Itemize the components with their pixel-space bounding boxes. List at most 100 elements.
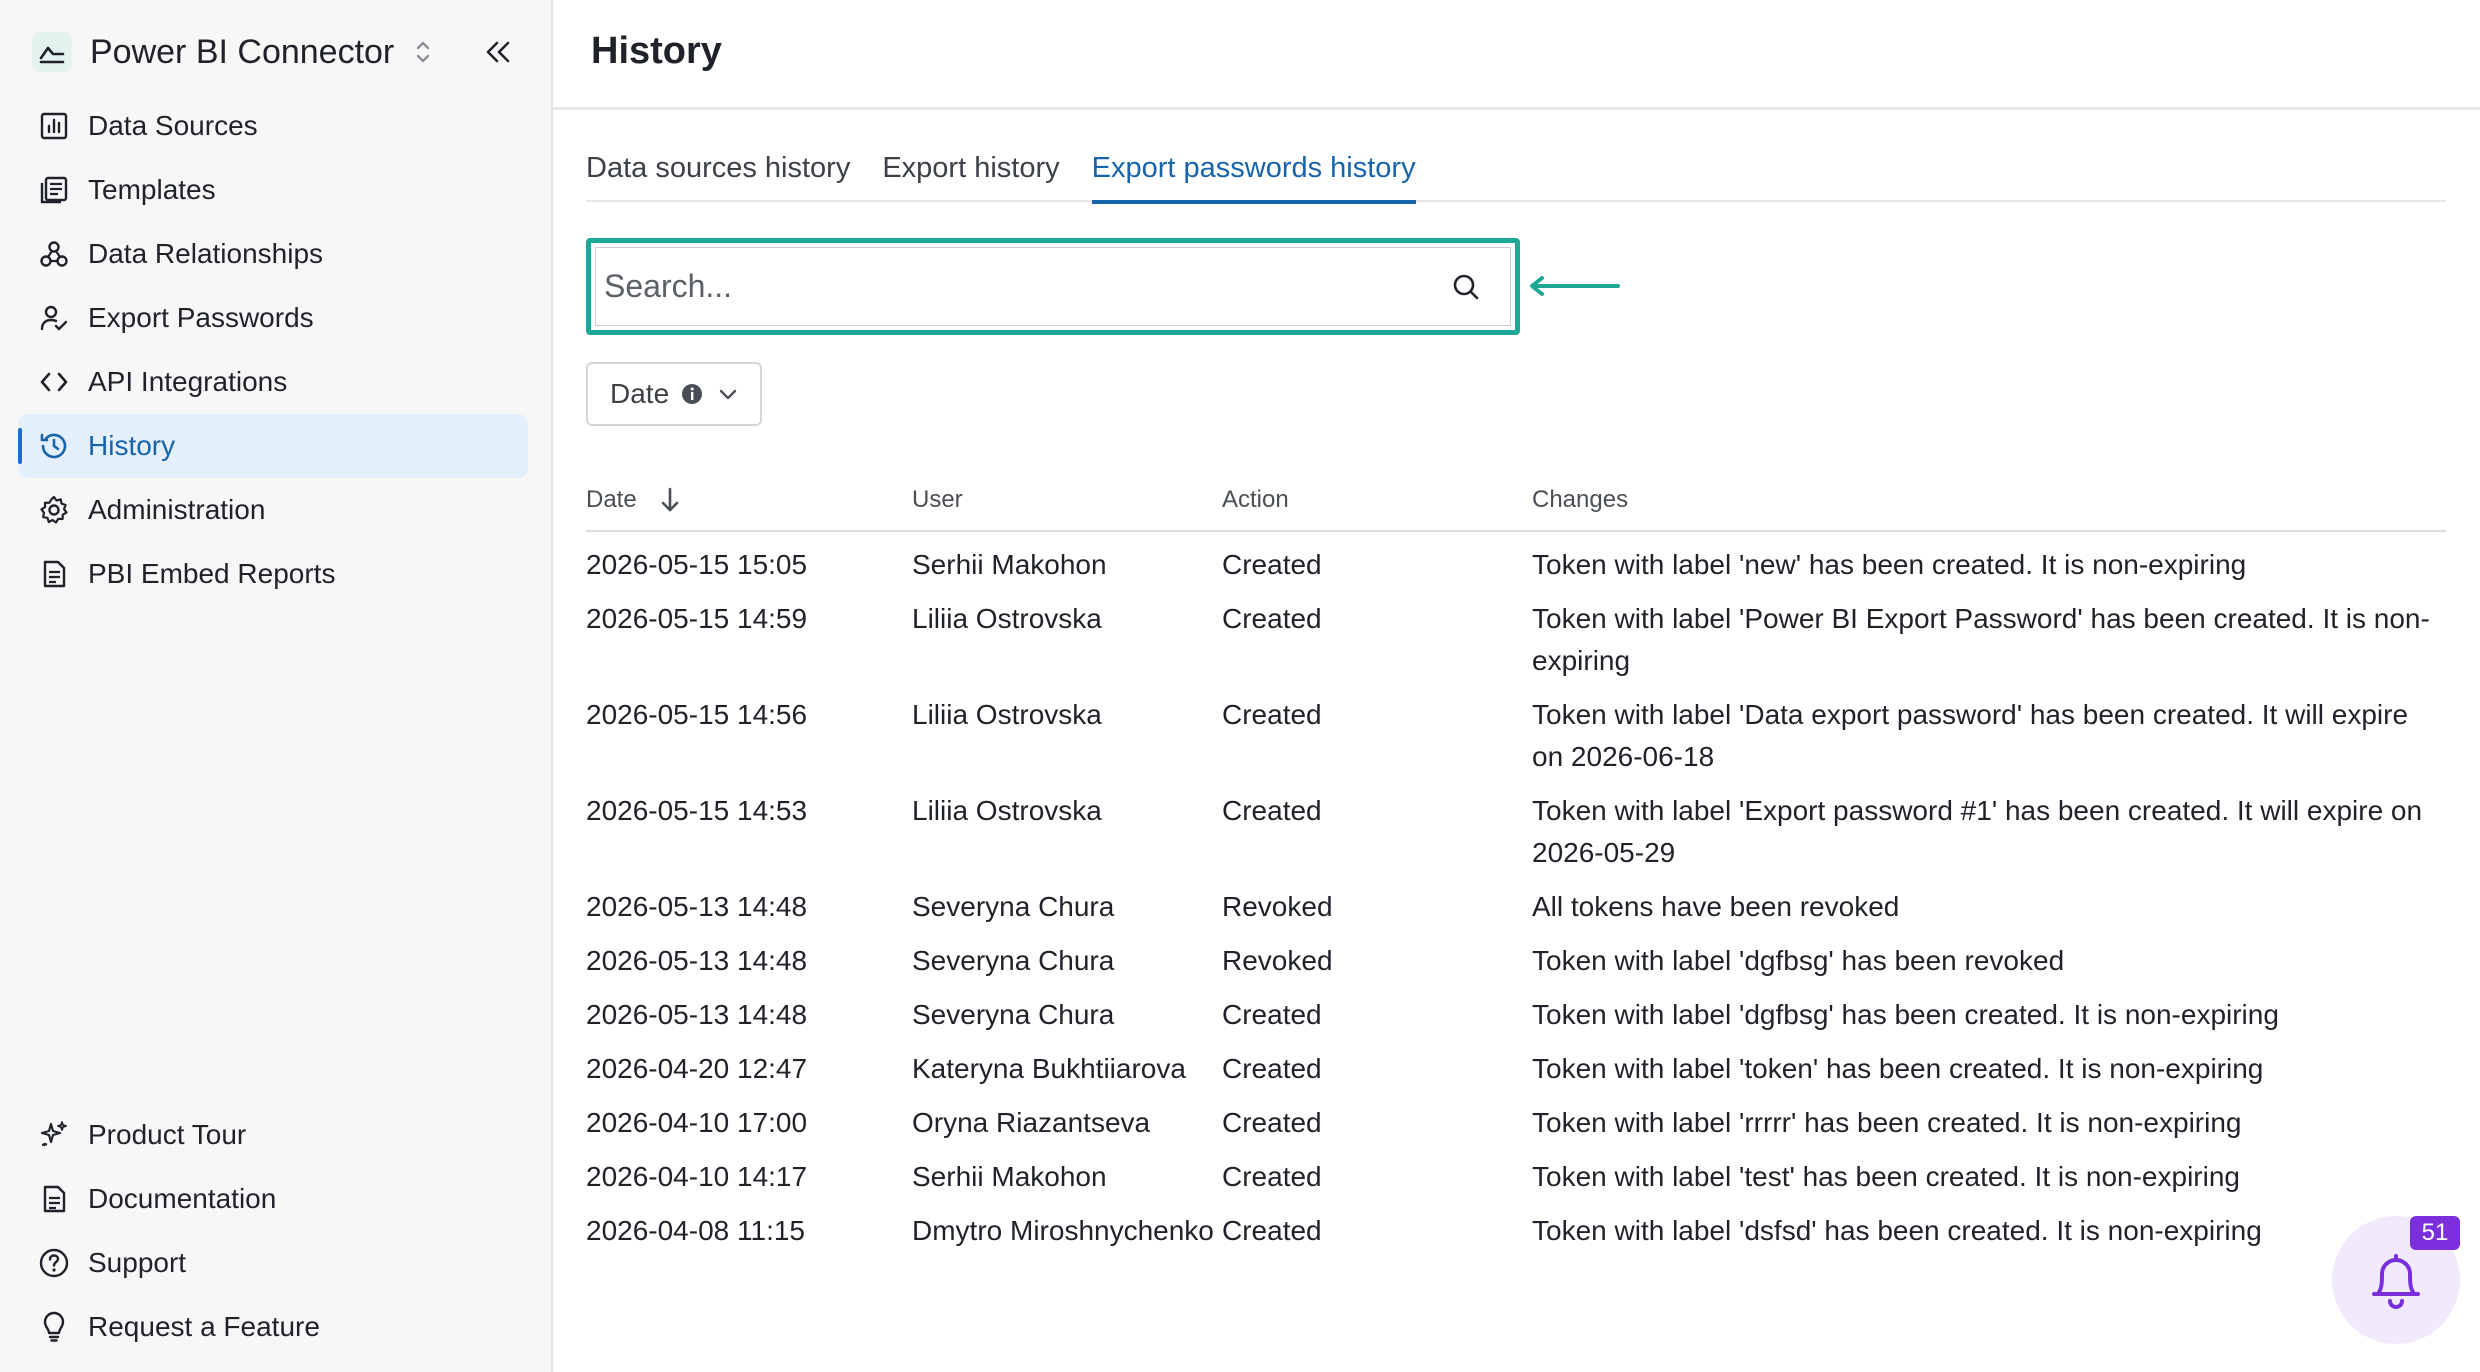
- sidebar-item-label: Request a Feature: [88, 1311, 320, 1342]
- callout-arrow-icon: [1530, 276, 1620, 296]
- cell-action: Created: [1222, 603, 1322, 634]
- cell-user: Liliia Ostrovska: [912, 699, 1102, 730]
- column-header-label: Date: [586, 486, 637, 513]
- date-filter-label: Date: [610, 378, 670, 409]
- table-row: 2026-05-15 14:56 Liliia Ostrovska Create…: [586, 682, 2446, 778]
- document-icon: [36, 1181, 72, 1217]
- search-icon: [1453, 274, 1479, 299]
- sidebar-item-label: API Integrations: [88, 366, 288, 397]
- sidebar-item-label: PBI Embed Reports: [88, 558, 336, 589]
- sort-descending-icon[interactable]: [655, 485, 685, 515]
- history-tabs: Data sources history Export history Expo…: [586, 140, 2446, 204]
- sparkles-icon: [36, 1117, 72, 1153]
- date-filter-button[interactable]: Date: [586, 362, 762, 426]
- cell-action: Created: [1222, 1107, 1322, 1138]
- cell-changes: Token with label 'rrrrr' has been create…: [1532, 1107, 2242, 1138]
- sidebar-item-label: Data Relationships: [88, 238, 324, 269]
- sidebar-item-label: History: [88, 430, 176, 461]
- sidebar-item-documentation[interactable]: Documentation: [18, 1167, 528, 1231]
- table-row: 2026-04-10 17:00 Oryna Riazantseva Creat…: [586, 1090, 2446, 1144]
- app-name: Power BI Connector: [90, 32, 395, 71]
- cell-changes: Token with label 'Power BI Export Passwo…: [1532, 603, 2430, 676]
- cell-user: Liliia Ostrovska: [912, 603, 1102, 634]
- chevron-down-icon: [719, 389, 737, 400]
- cell-date: 2026-04-08 11:15: [586, 1215, 805, 1246]
- cell-date: 2026-04-10 14:17: [586, 1161, 808, 1192]
- cell-action: Created: [1222, 699, 1322, 730]
- column-header-date[interactable]: Date: [586, 485, 912, 515]
- cell-action: Created: [1222, 1215, 1322, 1246]
- cell-action: Created: [1222, 1053, 1322, 1084]
- sidebar-item-data-relationships[interactable]: Data Relationships: [18, 222, 528, 286]
- search-button[interactable]: [1436, 257, 1496, 317]
- cell-date: 2026-05-15 15:05: [586, 549, 808, 580]
- app-switcher[interactable]: Power BI Connector: [32, 28, 434, 76]
- column-header-user: User: [912, 486, 963, 513]
- cell-action: Revoked: [1222, 891, 1333, 922]
- tab-export-history[interactable]: Export history: [882, 140, 1059, 202]
- page-header: History: [553, 0, 2480, 110]
- search-box: [595, 247, 1511, 326]
- cell-changes: Token with label 'Data export password' …: [1532, 699, 2409, 772]
- cell-user: Kateryna Bukhtiiarova: [912, 1053, 1186, 1084]
- cell-changes: Token with label 'dgfbsg' has been revok…: [1532, 945, 2065, 976]
- sidebar-item-label: Product Tour: [88, 1119, 247, 1150]
- info-icon[interactable]: [681, 383, 703, 405]
- cell-user: Severyna Chura: [912, 945, 1115, 976]
- sidebar-nav: Data Sources Templates Data Relationship…: [18, 94, 528, 606]
- table-row: 2026-04-10 14:17 Serhii Makohon Created …: [586, 1144, 2446, 1198]
- cell-action: Revoked: [1222, 945, 1333, 976]
- cell-changes: Token with label 'dsfsd' has been create…: [1532, 1215, 2262, 1246]
- search-input[interactable]: [596, 248, 1436, 325]
- table-row: 2026-04-20 12:47 Kateryna Bukhtiiarova C…: [586, 1036, 2446, 1090]
- help-circle-icon: [36, 1245, 72, 1281]
- tab-export-passwords-history[interactable]: Export passwords history: [1091, 140, 1416, 204]
- table-row: 2026-05-13 14:48 Severyna Chura Revoked …: [586, 874, 2446, 928]
- bell-icon: [2372, 1254, 2420, 1309]
- table-row: 2026-05-13 14:48 Severyna Chura Created …: [586, 982, 2446, 1036]
- sidebar-item-pbi-embed-reports[interactable]: PBI Embed Reports: [18, 542, 528, 606]
- sidebar-item-request-a-feature[interactable]: Request a Feature: [18, 1295, 528, 1359]
- double-chevron-left-icon: [486, 41, 510, 63]
- sidebar-item-data-sources[interactable]: Data Sources: [18, 94, 528, 158]
- sidebar-item-product-tour[interactable]: Product Tour: [18, 1103, 528, 1167]
- sidebar: Power BI Connector Data Sources Template…: [0, 0, 553, 1372]
- chevron-up-down-icon: [412, 34, 434, 70]
- sidebar-item-label: Data Sources: [88, 110, 258, 141]
- history-icon: [36, 428, 72, 464]
- cell-changes: Token with label 'test' has been created…: [1532, 1161, 2240, 1192]
- gear-icon: [36, 492, 72, 528]
- relationships-icon: [36, 236, 72, 272]
- cell-action: Created: [1222, 549, 1322, 580]
- cell-changes: Token with label 'token' has been create…: [1532, 1053, 2264, 1084]
- sidebar-bottom-nav: Product Tour Documentation Support Reque…: [18, 1103, 528, 1359]
- sidebar-item-label: Support: [88, 1247, 187, 1278]
- sidebar-item-support[interactable]: Support: [18, 1231, 528, 1295]
- cell-date: 2026-05-13 14:48: [586, 945, 808, 976]
- bar-chart-icon: [36, 108, 72, 144]
- cell-user: Dmytro Miroshnychenko: [912, 1215, 1214, 1246]
- code-icon: [36, 364, 72, 400]
- cell-changes: Token with label 'dgfbsg' has been creat…: [1532, 999, 2279, 1030]
- sidebar-item-administration[interactable]: Administration: [18, 478, 528, 542]
- sidebar-item-api-integrations[interactable]: API Integrations: [18, 350, 528, 414]
- cell-date: 2026-05-15 14:53: [586, 795, 808, 826]
- column-header-changes: Changes: [1532, 486, 1629, 513]
- lightbulb-icon: [36, 1309, 72, 1345]
- cell-changes: All tokens have been revoked: [1532, 891, 1900, 922]
- cell-action: Created: [1222, 999, 1322, 1030]
- collapse-sidebar-button[interactable]: [476, 30, 520, 74]
- sidebar-item-export-passwords[interactable]: Export Passwords: [18, 286, 528, 350]
- table-row: 2026-05-15 14:59 Liliia Ostrovska Create…: [586, 586, 2446, 682]
- sidebar-item-history[interactable]: History: [18, 414, 528, 478]
- cell-user: Severyna Chura: [912, 891, 1115, 922]
- cell-date: 2026-05-15 14:59: [586, 603, 808, 634]
- sidebar-item-templates[interactable]: Templates: [18, 158, 528, 222]
- cell-changes: Token with label 'new' has been created.…: [1532, 549, 2247, 580]
- cell-date: 2026-04-10 17:00: [586, 1107, 808, 1138]
- search-highlight-frame: [586, 238, 1520, 335]
- tab-data-sources-history[interactable]: Data sources history: [586, 140, 850, 202]
- cell-user: Liliia Ostrovska: [912, 795, 1102, 826]
- cell-action: Created: [1222, 1161, 1322, 1192]
- history-table: Date User Action Changes 2026-05-15 15:0…: [586, 470, 2446, 1252]
